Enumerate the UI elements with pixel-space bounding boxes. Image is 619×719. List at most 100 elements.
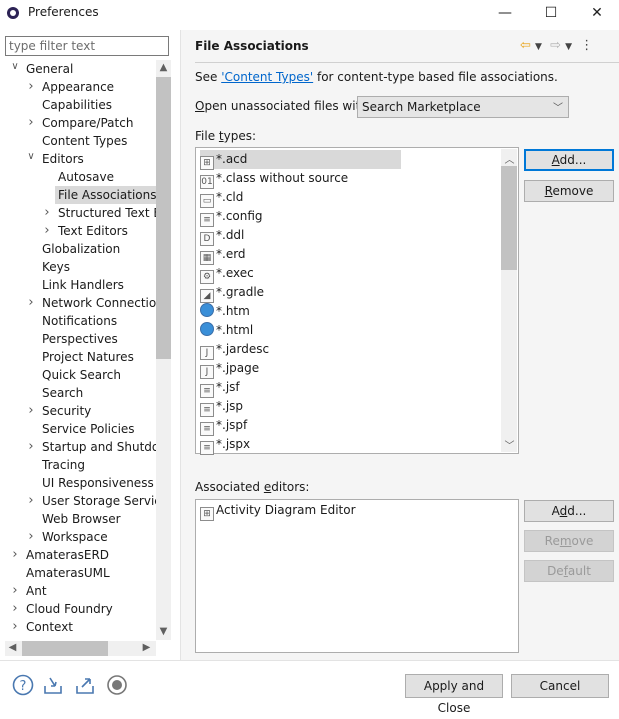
file-type-row[interactable]: 01 *.class without source (200, 169, 348, 189)
tree-item[interactable]: Link Handlers (42, 276, 124, 294)
chevron-down-icon[interactable]: ﹀ (553, 99, 563, 114)
file-types-scroll-thumb[interactable] (501, 166, 517, 270)
tree-expand-icon[interactable]: › (26, 493, 36, 508)
tree-item[interactable]: Text Editors (58, 222, 128, 240)
tree-item[interactable]: Workspace (42, 528, 108, 546)
file-icon: ≡ (200, 384, 214, 398)
tree-item[interactable]: Startup and Shutdow (42, 438, 156, 456)
tree-item[interactable]: Notifications (42, 312, 117, 330)
cancel-button[interactable]: Cancel (511, 674, 609, 698)
file-type-row[interactable]: *.htm (200, 302, 250, 321)
tree-item[interactable]: Content Types (42, 132, 127, 150)
close-button[interactable]: ✕ (574, 0, 619, 26)
scroll-right-icon[interactable]: ▶ (139, 642, 154, 653)
tree-expand-icon[interactable]: › (10, 547, 20, 562)
tree-item[interactable]: Quick Search (42, 366, 121, 384)
ft-label-a: File (195, 129, 219, 143)
tree-item[interactable]: Service Policies (42, 420, 135, 438)
scroll-down-icon[interactable]: ▼ (156, 626, 171, 637)
open-label-rest: pen unassociated files with: (204, 99, 372, 113)
tree-item[interactable]: Cloud Foundry (26, 600, 113, 618)
add-editor-button[interactable]: Add... (524, 500, 614, 522)
tree-expand-icon[interactable]: › (26, 295, 36, 310)
tree-item[interactable]: File Associations (55, 186, 156, 204)
file-type-row[interactable]: ◢ *.gradle (200, 283, 264, 303)
tree-item[interactable]: AmaterasUML (26, 564, 110, 582)
open-unassociated-select[interactable]: Search Marketplace (357, 96, 569, 118)
filter-input[interactable] (5, 36, 169, 56)
apply-and-close-button[interactable]: Apply and Close (405, 674, 503, 715)
file-type-row[interactable]: J *.jardesc (200, 340, 269, 360)
file-type-row[interactable]: D *.ddl (200, 226, 244, 246)
tree-item[interactable]: Editors (42, 150, 84, 168)
import-preferences-icon[interactable] (42, 674, 64, 696)
forward-menu-chevron-icon[interactable]: ▼ (565, 42, 572, 52)
tree-item[interactable]: UI Responsiveness M (42, 474, 156, 492)
tree-item[interactable]: Autosave (58, 168, 114, 186)
scroll-up-icon[interactable]: ︿ (502, 151, 517, 166)
tree-item[interactable]: Keys (42, 258, 70, 276)
file-type-row[interactable]: ≡ *.jsp (200, 397, 243, 417)
scroll-left-icon[interactable]: ◀ (5, 642, 20, 653)
tree-collapse-icon[interactable]: ∨ (26, 151, 36, 162)
minimize-button[interactable]: — (482, 0, 528, 26)
tree-item[interactable]: Tracing (42, 456, 85, 474)
tree-item[interactable]: Network Connection (42, 294, 156, 312)
tree-item[interactable]: AmaterasERD (26, 546, 109, 564)
file-type-row[interactable]: ▭ *.cld (200, 188, 243, 208)
tree-scroll-thumb[interactable] (156, 77, 171, 359)
tree-item[interactable]: Capabilities (42, 96, 112, 114)
tree-item[interactable]: Globalization (42, 240, 120, 258)
tree-item[interactable]: Structured Text Ed (58, 204, 156, 222)
tree-item[interactable]: Security (42, 402, 91, 420)
tree-expand-icon[interactable]: › (26, 439, 36, 454)
tree-item[interactable]: Web Browser (42, 510, 121, 528)
view-menu-icon[interactable]: ⋮ (580, 38, 593, 53)
help-icon[interactable]: ? (12, 674, 34, 696)
scroll-up-icon[interactable]: ▲ (156, 62, 171, 73)
record-icon[interactable] (106, 674, 128, 696)
file-type-row[interactable]: ≡ *.jspx (200, 435, 250, 455)
tree-item[interactable]: Project Natures (42, 348, 134, 366)
add-file-type-button[interactable]: Add... (524, 149, 614, 171)
tree-expand-icon[interactable]: › (10, 619, 20, 634)
file-type-row[interactable]: ≡ *.config (200, 207, 263, 227)
tree-item[interactable]: User Storage Service (42, 492, 156, 510)
tree-hscroll-thumb[interactable] (22, 641, 108, 656)
tree-item[interactable]: Search (42, 384, 83, 402)
content-types-link[interactable]: 'Content Types' (221, 70, 313, 84)
editor-name: Activity Diagram Editor (216, 503, 356, 517)
tree-expand-icon[interactable]: › (26, 79, 36, 94)
tree-expand-icon[interactable]: › (42, 223, 52, 238)
maximize-button[interactable]: ☐ (528, 0, 574, 26)
export-preferences-icon[interactable] (74, 674, 96, 696)
tree-item[interactable]: Context (26, 618, 73, 636)
associated-editors-list[interactable] (195, 499, 519, 653)
back-menu-chevron-icon[interactable]: ▼ (535, 42, 542, 52)
file-type-row[interactable]: ⊞ *.acd (200, 150, 401, 170)
file-type-name: *.htm (216, 304, 250, 318)
file-type-row[interactable]: *.html (200, 321, 253, 340)
file-type-row[interactable]: ≡ *.jsf (200, 378, 240, 398)
tree-expand-icon[interactable]: › (26, 529, 36, 544)
tree-expand-icon[interactable]: › (10, 583, 20, 598)
forward-arrow-icon[interactable]: ⇨ (550, 38, 561, 53)
tree-collapse-icon[interactable]: ∨ (10, 61, 20, 72)
tree-expand-icon[interactable]: › (26, 115, 36, 130)
tree-expand-icon[interactable]: › (10, 601, 20, 616)
file-type-row[interactable]: ≡ *.jspf (200, 416, 247, 436)
file-type-row[interactable]: J *.jpage (200, 359, 259, 379)
scroll-down-icon[interactable]: ﹀ (502, 437, 517, 452)
file-type-row[interactable]: ⚙ *.exec (200, 264, 254, 284)
tree-expand-icon[interactable]: › (42, 205, 52, 220)
remove-file-type-button[interactable]: Remove (524, 180, 614, 202)
tree-item[interactable]: General (26, 60, 73, 78)
tree-item[interactable]: Perspectives (42, 330, 118, 348)
tree-item[interactable]: Compare/Patch (42, 114, 133, 132)
tree-expand-icon[interactable]: › (26, 403, 36, 418)
tree-item[interactable]: Appearance (42, 78, 114, 96)
file-type-row[interactable]: ▦ *.erd (200, 245, 246, 265)
back-arrow-icon[interactable]: ⇦ (520, 38, 531, 53)
associated-editor-row[interactable]: ⊞ Activity Diagram Editor (200, 501, 356, 521)
tree-item[interactable]: Ant (26, 582, 47, 600)
